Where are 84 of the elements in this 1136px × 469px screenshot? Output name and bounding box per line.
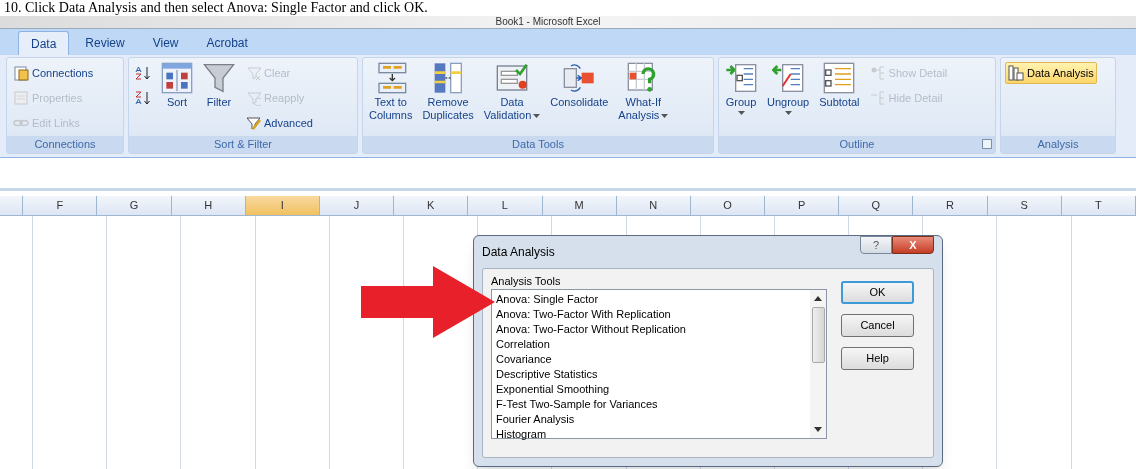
- dialog-button[interactable]: Cancel: [841, 314, 914, 337]
- properties-icon: [13, 90, 29, 106]
- list-label: Analysis Tools: [491, 274, 562, 289]
- column-header[interactable]: N: [616, 196, 691, 215]
- dialog-button[interactable]: Help: [841, 347, 914, 370]
- close-button[interactable]: X: [892, 236, 934, 254]
- column-header[interactable]: H: [171, 196, 246, 215]
- window-title: Book1 - Microsoft Excel: [495, 16, 601, 28]
- ribbon-command[interactable]: Ungroup: [765, 62, 812, 115]
- ribbon-tab[interactable]: Acrobat: [194, 31, 260, 55]
- list-item[interactable]: Anova: Two-Factor Without Replication: [496, 322, 810, 337]
- ungroup-rows-icon: [772, 62, 805, 94]
- group-rows-icon: [725, 62, 757, 94]
- ribbon-command[interactable]: Consolidate: [548, 62, 611, 109]
- list-item[interactable]: F-Test Two-Sample for Variances: [496, 397, 810, 412]
- column-header[interactable]: K: [394, 196, 469, 215]
- ribbon-command[interactable]: Advanced: [243, 112, 315, 134]
- ribbon-command[interactable]: Data Analysis: [1005, 62, 1097, 84]
- merge-arrows-icon: [563, 62, 596, 94]
- list-item[interactable]: Histogram: [496, 427, 810, 442]
- analysis-tools-list[interactable]: [491, 289, 827, 439]
- list-item[interactable]: Exponential Smoothing: [496, 382, 810, 397]
- column-header[interactable]: O: [690, 196, 766, 215]
- ribbon-group-label: Analysis: [1037, 137, 1079, 153]
- funnel-icon: [203, 62, 235, 94]
- funnel-clear-icon: [245, 65, 261, 81]
- sort-descending-icon: [135, 90, 151, 106]
- column-header[interactable]: M: [542, 196, 617, 215]
- ribbon-group-label: Data Tools: [512, 137, 564, 153]
- ribbon-command[interactable]: Sort: [159, 62, 195, 109]
- list-item[interactable]: Covariance: [496, 352, 810, 367]
- column-header[interactable]: L: [468, 196, 543, 215]
- column-header[interactable]: G: [97, 196, 172, 215]
- column-header[interactable]: J: [319, 196, 395, 215]
- sort-grid-icon: [161, 62, 193, 94]
- help-button[interactable]: ?: [860, 236, 892, 254]
- column-header[interactable]: R: [913, 196, 988, 215]
- expand-outline-icon: [869, 65, 886, 81]
- funnel-refresh-icon: [245, 90, 261, 106]
- scrollbar-thumb[interactable]: [811, 307, 825, 363]
- caret-icon: [784, 111, 792, 115]
- ribbon-command[interactable]: Filter: [201, 62, 237, 109]
- caret-icon: [661, 114, 669, 119]
- ribbon-command[interactable]: What-If Analysis: [616, 62, 671, 122]
- sort-ascending-icon: [135, 65, 151, 81]
- column-header[interactable]: Q: [839, 196, 914, 215]
- column-header[interactable]: I: [245, 196, 320, 215]
- ribbon-command[interactable]: Remove Duplicates: [420, 62, 476, 122]
- scroll-down-icon[interactable]: [814, 427, 822, 433]
- dialog-button[interactable]: OK: [841, 281, 914, 304]
- column-header[interactable]: S: [987, 196, 1062, 215]
- collapse-outline-icon: [869, 90, 886, 106]
- ribbon-command[interactable]: Data Validation: [481, 62, 543, 122]
- list-item[interactable]: Anova: Two-Factor With Replication: [496, 307, 810, 322]
- ribbon-command[interactable]: Subtotal: [817, 62, 862, 109]
- ribbon-group-label: Sort & Filter: [213, 137, 273, 153]
- list-item[interactable]: Correlation: [496, 337, 810, 352]
- funnel-pencil-icon: [245, 115, 261, 131]
- dialog-launcher-icon[interactable]: [982, 139, 992, 149]
- ribbon-command[interactable]: Group: [723, 62, 759, 115]
- ribbon-group-label: Connections: [34, 137, 96, 153]
- list-item[interactable]: Anova: Single Factor: [496, 292, 810, 307]
- column-header[interactable]: T: [1061, 196, 1136, 215]
- list-item[interactable]: Descriptive Statistics: [496, 367, 810, 382]
- columns-icon: [432, 62, 465, 94]
- column-header[interactable]: F: [23, 196, 98, 215]
- caret-icon: [737, 111, 745, 115]
- ribbon-tab[interactable]: Review: [73, 31, 137, 55]
- scroll-up-icon[interactable]: [814, 295, 822, 301]
- instruction-caption: 10. Click Data Analysis and then select Anova: Single Factor and click OK.: [3, 0, 429, 16]
- ribbon-group-label: Outline: [839, 137, 875, 153]
- folder-document-icon: [13, 65, 29, 81]
- subtotal-grid-icon: [823, 62, 856, 94]
- ribbon-command[interactable]: Connections: [11, 62, 96, 84]
- bar-document-icon: [1008, 65, 1024, 81]
- caret-icon: [533, 114, 541, 119]
- ribbon-tab[interactable]: View: [140, 31, 191, 55]
- ribbon-command[interactable]: Text to Columns: [367, 62, 415, 122]
- list-item[interactable]: Fourier Analysis: [496, 412, 810, 427]
- ribbon-tab[interactable]: Data: [18, 31, 70, 55]
- scrollbar[interactable]: [810, 290, 826, 438]
- column-header[interactable]: P: [765, 196, 840, 215]
- dialog-title: Data Analysis: [482, 244, 555, 261]
- form-check-icon: [496, 62, 528, 94]
